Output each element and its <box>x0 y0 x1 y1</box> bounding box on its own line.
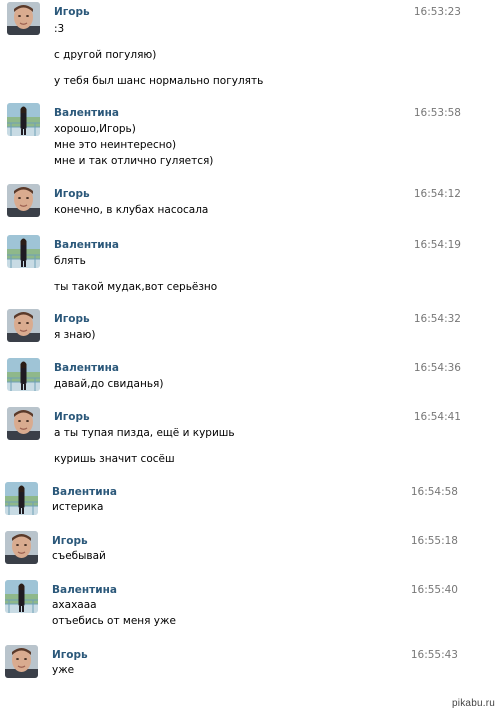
message-text: блять <box>54 255 86 267</box>
author-name-link[interactable]: Игорь <box>54 188 90 200</box>
message-text: давай,до свиданья) <box>54 378 164 390</box>
message-timestamp: 16:54:36 <box>413 362 461 374</box>
message-text: мне и так отлично гуляется) <box>54 155 214 167</box>
author-name-link[interactable]: Валентина <box>52 584 117 596</box>
message-timestamp: 16:54:58 <box>410 486 458 498</box>
message-text: ахахааа <box>52 599 97 611</box>
author-name-link[interactable]: Игорь <box>54 411 90 423</box>
message-text: я знаю) <box>54 329 96 341</box>
author-name-link[interactable]: Игорь <box>52 649 88 661</box>
message-text: :3 <box>54 23 65 35</box>
message-text: а ты тупая пизда, ещё и куришь <box>54 427 235 439</box>
message-text: уже <box>52 664 75 676</box>
message-timestamp: 16:55:43 <box>410 649 458 661</box>
watermark: pikabu.ru <box>452 698 495 709</box>
message-text: ты такой мудак,вот серьёзно <box>54 281 218 293</box>
message-text: с другой погуляю) <box>54 49 157 61</box>
author-name-link[interactable]: Валентина <box>54 107 119 119</box>
message-timestamp: 16:53:23 <box>413 6 461 18</box>
message-text: конечно, в клубах насосала <box>54 204 209 216</box>
avatar-igor[interactable] <box>7 309 40 342</box>
avatar-igor[interactable] <box>5 531 38 564</box>
message-timestamp: 16:54:41 <box>413 411 461 423</box>
avatar-igor[interactable] <box>7 2 40 35</box>
message-text: истерика <box>52 501 104 513</box>
message-text: мне это неинтересно) <box>54 139 177 151</box>
avatar-igor[interactable] <box>7 407 40 440</box>
message-text: отъебись от меня уже <box>52 615 176 627</box>
author-name-link[interactable]: Игорь <box>54 313 90 325</box>
message-timestamp: 16:55:18 <box>410 535 458 547</box>
message-text: куришь значит сосёш <box>54 453 175 465</box>
avatar-igor[interactable] <box>5 645 38 678</box>
avatar-valentina[interactable] <box>5 580 38 613</box>
author-name-link[interactable]: Валентина <box>52 486 117 498</box>
message-timestamp: 16:55:40 <box>410 584 458 596</box>
author-name-link[interactable]: Игорь <box>52 535 88 547</box>
message-timestamp: 16:54:12 <box>413 188 461 200</box>
message-text: хорошо,Игорь) <box>54 123 136 135</box>
author-name-link[interactable]: Игорь <box>54 6 90 18</box>
message-timestamp: 16:54:32 <box>413 313 461 325</box>
author-name-link[interactable]: Валентина <box>54 362 119 374</box>
message-text: съебывай <box>52 550 106 562</box>
message-timestamp: 16:53:58 <box>413 107 461 119</box>
message-timestamp: 16:54:19 <box>413 239 461 251</box>
avatar-valentina[interactable] <box>7 358 40 391</box>
author-name-link[interactable]: Валентина <box>54 239 119 251</box>
avatar-valentina[interactable] <box>7 103 40 136</box>
message-text: у тебя был шанс нормально погулять <box>54 75 264 87</box>
avatar-valentina[interactable] <box>7 235 40 268</box>
avatar-valentina[interactable] <box>5 482 38 515</box>
avatar-igor[interactable] <box>7 184 40 217</box>
